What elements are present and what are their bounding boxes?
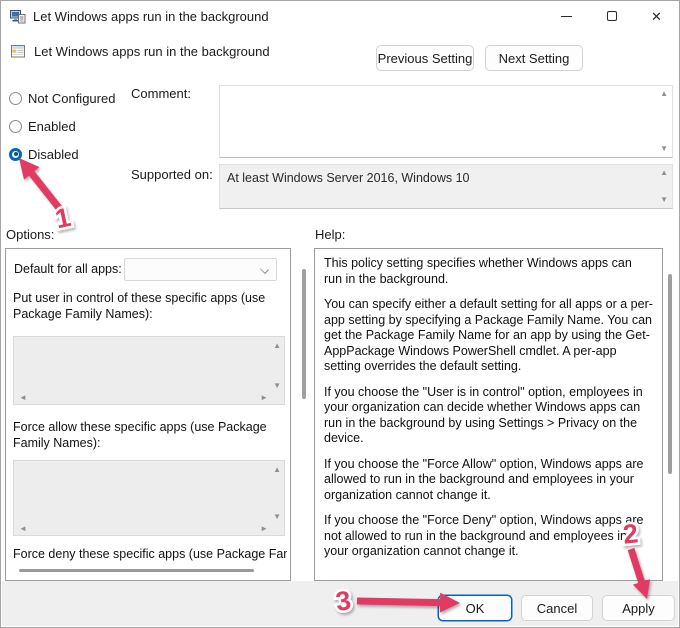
supported-on-value: At least Windows Server 2016, Windows 10 [227, 171, 469, 185]
scroll-up-icon[interactable]: ▲ [660, 169, 668, 177]
scroll-down-icon[interactable]: ▼ [273, 513, 281, 521]
maximize-icon [607, 11, 617, 21]
help-paragraph: If you choose the "Force Allow" option, … [324, 457, 653, 504]
apply-button[interactable]: Apply [602, 595, 675, 621]
annotation-number-1: 1 [52, 202, 73, 234]
help-paragraph: If you choose the "Force Deny" option, W… [324, 513, 653, 560]
next-setting-button[interactable]: Next Setting [485, 45, 583, 71]
radio-circle-icon [9, 148, 22, 161]
supported-on-box: At least Windows Server 2016, Windows 10… [219, 164, 673, 209]
put-user-in-control-label: Put user in control of these specific ap… [13, 291, 287, 322]
force-allow-label: Force allow these specific apps (use Pac… [13, 420, 287, 451]
policy-setting-icon [10, 43, 26, 59]
options-panel: Default for all apps: Put user in contro… [5, 248, 291, 581]
window-controls: ✕ [544, 1, 679, 31]
radio-enabled[interactable]: Enabled [9, 119, 76, 133]
scroll-up-icon[interactable]: ▲ [273, 466, 281, 474]
help-section-label: Help: [315, 227, 345, 242]
help-panel[interactable]: This policy setting specifies whether Wi… [314, 248, 663, 581]
chevron-down-icon [260, 265, 269, 274]
minimize-icon [561, 16, 572, 17]
scroll-left-icon[interactable]: ◄ [19, 525, 27, 533]
comment-textarea[interactable]: ▲ ▼ [219, 85, 673, 158]
help-paragraph: If you choose the "User is in control" o… [324, 385, 653, 447]
arrow-1-to-disabled [19, 158, 66, 215]
previous-setting-button[interactable]: Previous Setting [376, 45, 474, 71]
default-for-all-apps-dropdown[interactable] [124, 258, 277, 281]
help-scrollbar-thumb[interactable] [668, 274, 672, 474]
radio-not-configured[interactable]: Not Configured [9, 91, 115, 105]
radio-circle-icon [9, 120, 22, 133]
force-deny-label: Force deny these specific apps (use Pack… [13, 547, 287, 563]
horizontal-scrollbar-thumb[interactable] [19, 569, 254, 572]
options-scrollbar-thumb[interactable] [302, 269, 306, 399]
help-paragraph: You can specify either a default setting… [324, 297, 653, 375]
scroll-down-icon[interactable]: ▼ [660, 145, 668, 153]
radio-disabled[interactable]: Disabled [9, 147, 79, 161]
scroll-right-icon[interactable]: ► [260, 394, 268, 402]
supported-on-label: Supported on: [131, 167, 213, 182]
scroll-left-icon[interactable]: ◄ [19, 394, 27, 402]
default-for-all-apps-label: Default for all apps: [14, 262, 124, 278]
scroll-down-icon[interactable]: ▼ [273, 382, 281, 390]
maximize-button[interactable] [589, 1, 634, 31]
ok-button[interactable]: OK [438, 595, 512, 621]
radio-circle-icon [9, 92, 22, 105]
close-button[interactable]: ✕ [634, 1, 679, 31]
radio-label: Enabled [28, 119, 76, 134]
scroll-up-icon[interactable]: ▲ [273, 342, 281, 350]
group-policy-icon [10, 8, 26, 24]
radio-label: Not Configured [28, 91, 115, 106]
setting-title: Let Windows apps run in the background [34, 44, 270, 59]
options-section-label: Options: [6, 227, 54, 242]
close-icon: ✕ [651, 10, 662, 23]
radio-label: Disabled [28, 147, 79, 162]
help-paragraph: This policy setting specifies whether Wi… [324, 256, 653, 287]
titlebar: Let Windows apps run in the background ✕ [1, 1, 679, 31]
policy-setting-dialog: Let Windows apps run in the background ✕… [0, 0, 680, 628]
put-user-listbox[interactable]: ▲ ▼ ◄ ► [13, 336, 285, 405]
comment-label: Comment: [131, 86, 191, 101]
scroll-right-icon[interactable]: ► [260, 525, 268, 533]
force-allow-listbox[interactable]: ▲ ▼ ◄ ► [13, 460, 285, 536]
scroll-up-icon[interactable]: ▲ [660, 90, 668, 98]
window-title: Let Windows apps run in the background [33, 9, 269, 24]
cancel-button[interactable]: Cancel [521, 595, 593, 621]
scroll-down-icon[interactable]: ▼ [660, 196, 668, 204]
minimize-button[interactable] [544, 1, 589, 31]
